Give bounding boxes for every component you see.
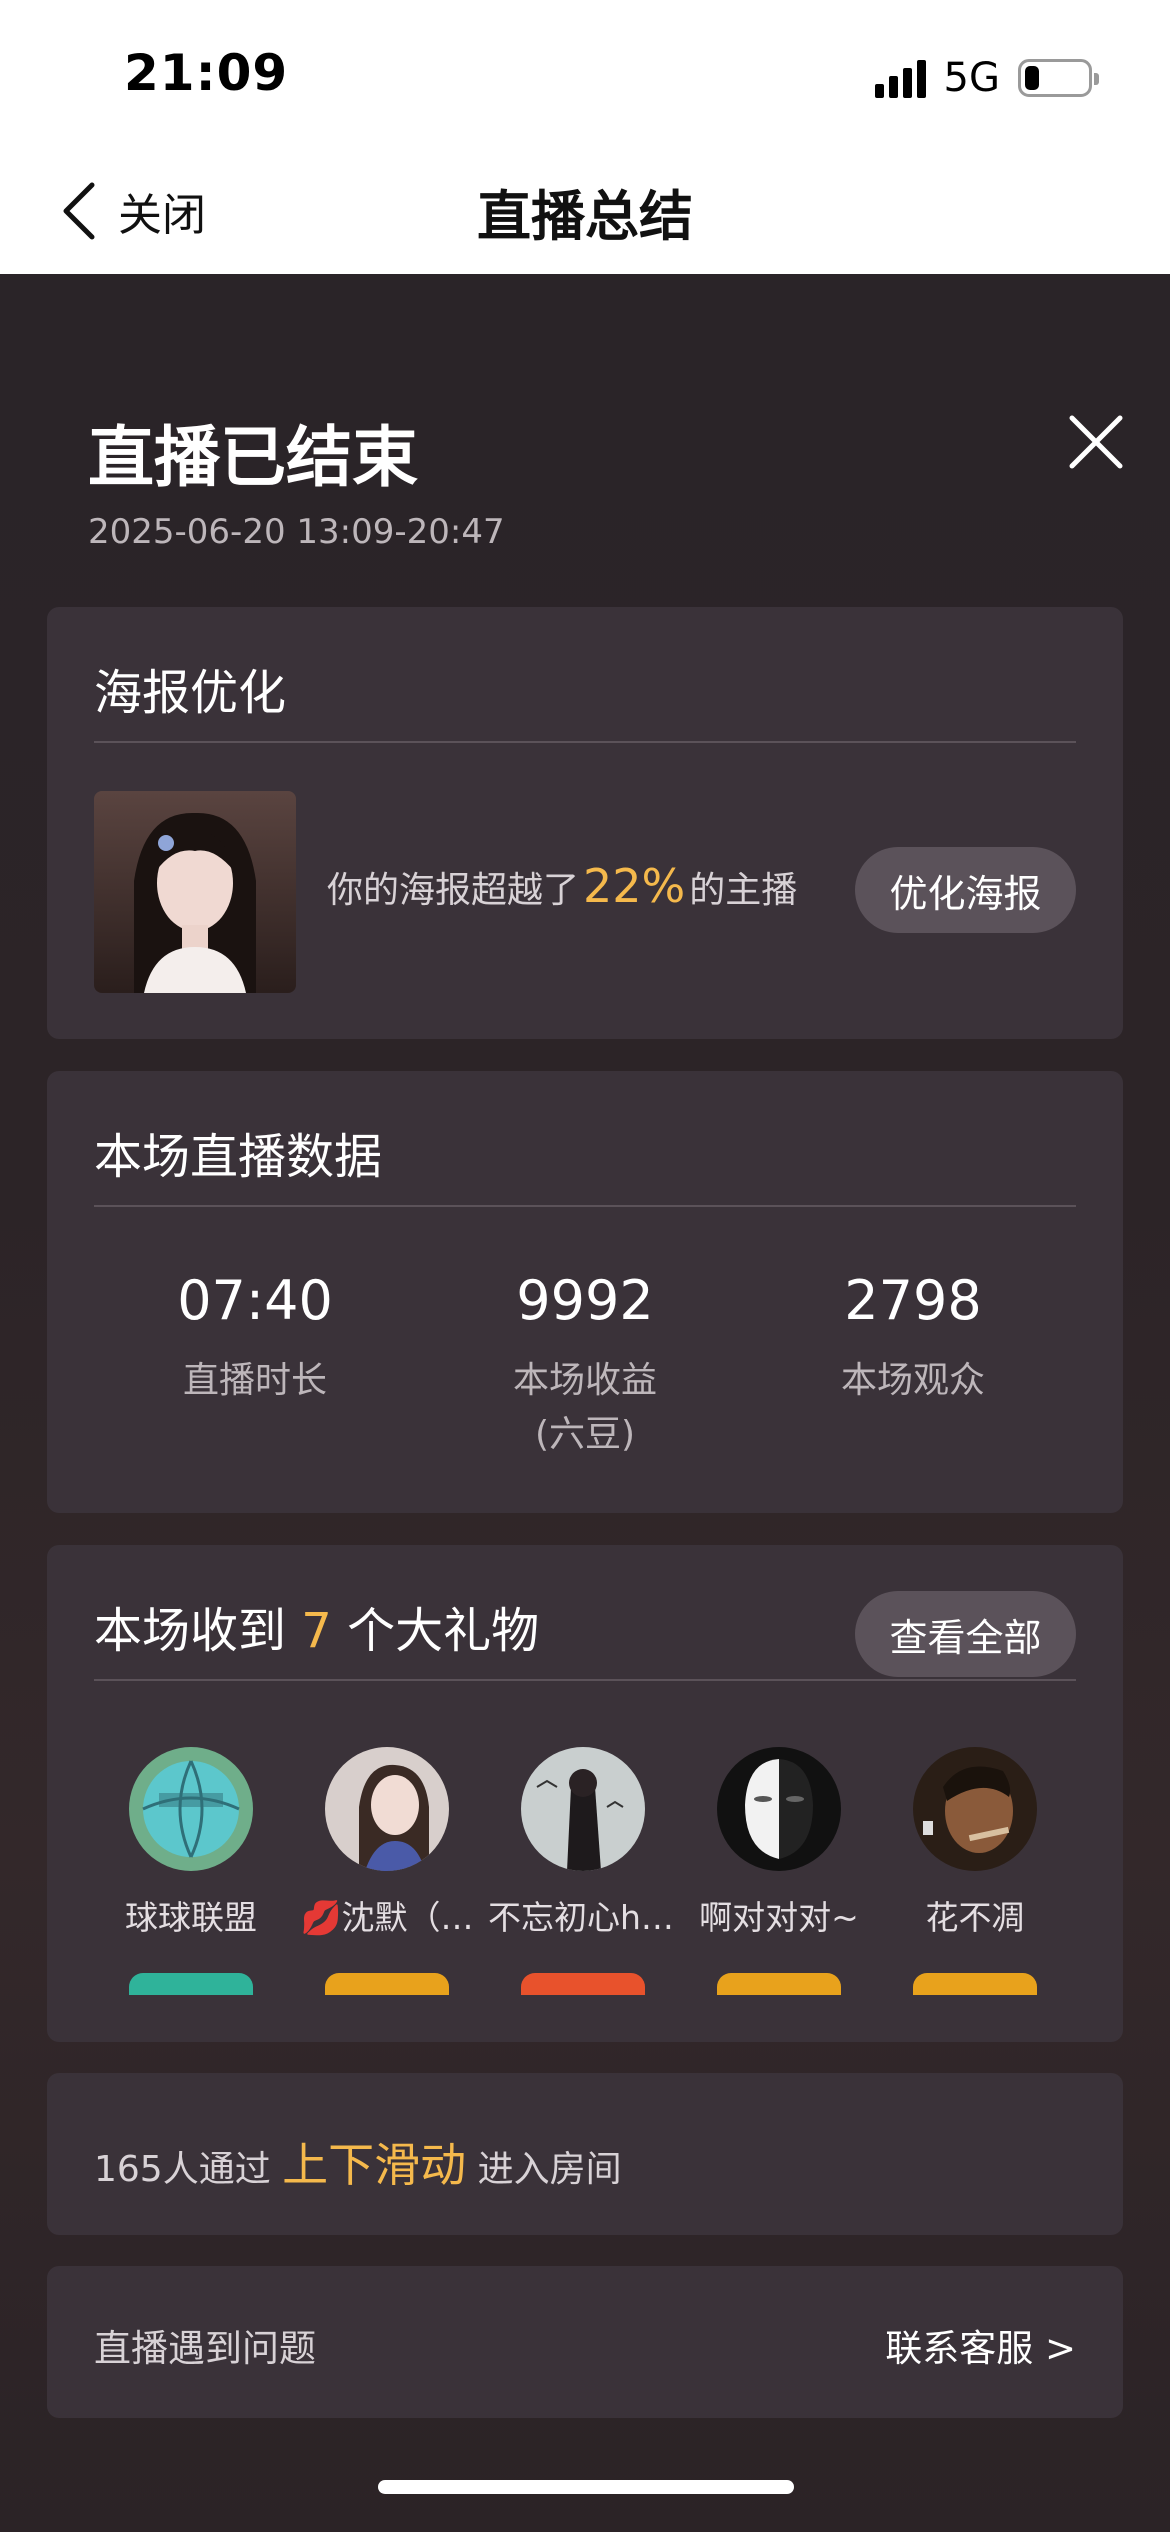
poster-rank-text: 你的海报超越了22% 的主播 [327,859,798,913]
level-badge [717,1973,841,1995]
stat-value: 07:40 [177,1269,333,1332]
gifter-name: 啊对对对~ [699,1898,859,1937]
nav-bar: 关闭 直播总结 [0,150,1170,274]
level-badge [325,1973,449,1995]
issue-text: 直播遇到问题 [94,2327,316,2370]
slide-highlight: 上下滑动 [282,2138,467,2192]
battery-icon [1018,59,1099,97]
live-data-card: 本场直播数据 07:40 直播时长 9992 本场收益 (六豆) 2798 本场… [47,1071,1123,1513]
level-badge [129,1973,253,1995]
poster-card: 海报优化 你的海报超越了22% 的主播 优化海报 [47,607,1123,1039]
gifter-name: 花不凋 [925,1898,1025,1937]
optimize-poster-button[interactable]: 优化海报 [855,847,1076,933]
slide-entry-text: 165人通过 上下滑动 进入房间 [94,2138,622,2192]
summary-time-range: 2025-06-20 13:09-20:47 [88,512,505,552]
live-data-header: 本场直播数据 [94,1071,1076,1207]
level-badge [913,1973,1037,1995]
slide-entry-card: 165人通过 上下滑动 进入房间 [47,2073,1123,2235]
gifter-name: 💋沈默（… [300,1898,474,1937]
poster-thumbnail[interactable] [94,791,296,993]
status-time: 21:09 [124,44,289,102]
gifts-title: 本场收到 7 个大礼物 [94,1603,540,1659]
stat-earnings: 9992 本场收益 (六豆) [415,1269,755,1462]
contact-support-link[interactable]: 联系客服 > [885,2318,1076,2372]
gifter-item[interactable]: 💋沈默（… [292,1747,482,1995]
network-type: 5G [943,55,1000,101]
level-badge [521,1973,645,1995]
status-bar: 21:09 5G [0,0,1170,150]
stat-viewers: 2798 本场观众 [743,1269,1083,1408]
stat-duration: 07:40 直播时长 [85,1269,425,1408]
gift-count: 7 [301,1603,332,1659]
stat-label: 直播时长 [182,1360,327,1401]
summary-title: 直播已结束 [88,419,418,496]
signal-icon [874,58,926,98]
stat-value: 9992 [516,1269,654,1332]
avatar [129,1747,253,1871]
stat-value: 2798 [844,1269,982,1332]
live-data-title: 本场直播数据 [94,1129,383,1185]
page-title: 直播总结 [477,185,693,248]
poster-percent: 22% [583,859,686,913]
stat-label: 本场收益 [512,1360,657,1401]
issue-card: 直播遇到问题 联系客服 > [47,2266,1123,2418]
avatar [913,1747,1037,1871]
poster-card-title: 海报优化 [94,665,287,721]
gifter-name: 不忘初心hhx [488,1898,678,1937]
live-summary-panel: 直播已结束 2025-06-20 13:09-20:47 海报优化 你的海报超越… [0,274,1170,2532]
close-icon[interactable] [1068,414,1124,470]
avatar [521,1747,645,1871]
gifter-name: 球球联盟 [125,1898,257,1937]
stat-sub-label: (六豆) [534,1414,636,1455]
stat-label: 本场观众 [840,1360,985,1401]
avatar [325,1747,449,1871]
gifts-card: 本场收到 7 个大礼物 查看全部 球球联盟 💋沈默（… 不忘初心hhx 啊对对对… [47,1545,1123,2042]
gifter-item[interactable]: 啊对对对~ [684,1747,874,1995]
gifter-item[interactable]: 不忘初心hhx [488,1747,678,1995]
poster-card-header: 海报优化 [94,607,1076,743]
status-icons: 5G [874,52,1099,104]
view-all-button[interactable]: 查看全部 [855,1591,1076,1677]
gifter-item[interactable]: 花不凋 [880,1747,1070,1995]
gifter-item[interactable]: 球球联盟 [96,1747,286,1995]
avatar [717,1747,841,1871]
home-indicator[interactable] [378,2480,794,2494]
